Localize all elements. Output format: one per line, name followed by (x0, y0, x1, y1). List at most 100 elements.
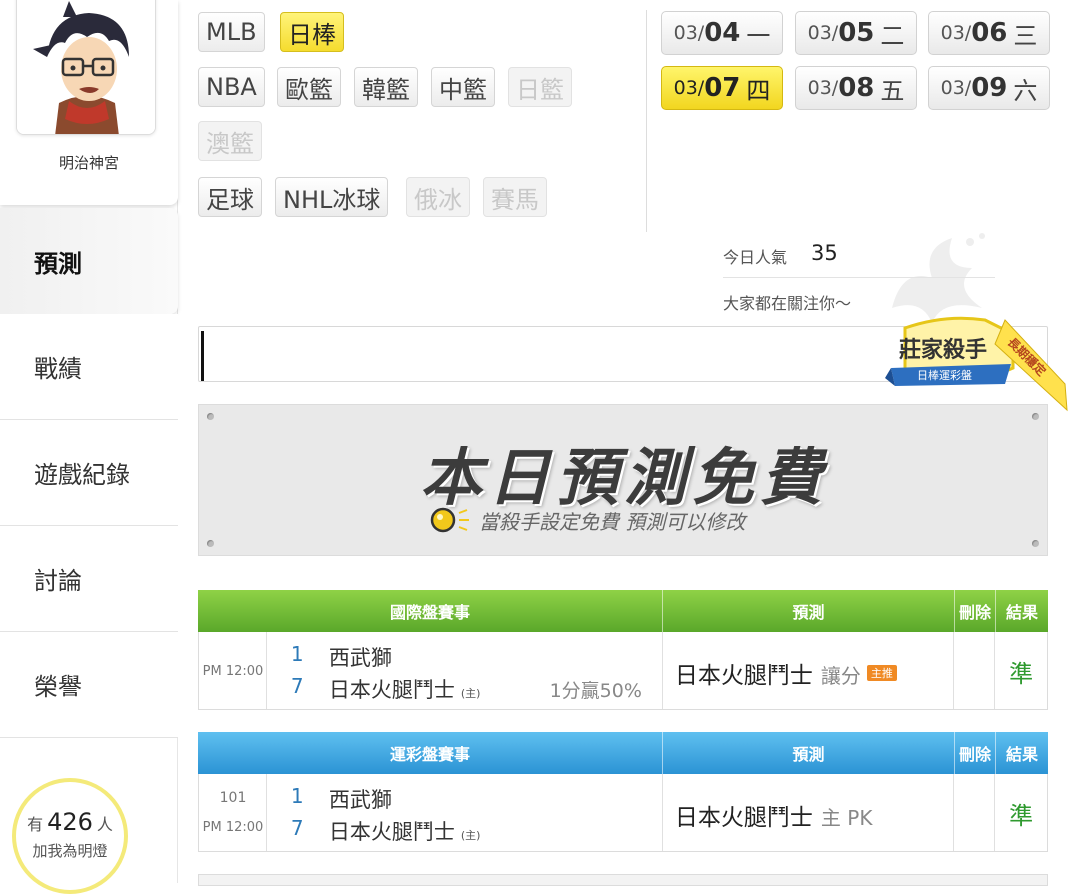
free-panel-subtitle-text: 當殺手設定免費 預測可以修改 (479, 509, 746, 534)
badge-ribbon: 日棒運彩盤 (917, 369, 972, 382)
handicap-line: 1分贏50% (549, 680, 642, 702)
free-panel-subtitle: 當殺手設定免費 預測可以修改 (429, 505, 745, 535)
date-month: 03/ (673, 22, 705, 44)
home-mark: (主) (460, 829, 481, 842)
date-button-0308[interactable]: 03/08 五 (795, 66, 917, 110)
tag-label: 足球 (206, 185, 254, 214)
tag-label: 日籃 (516, 75, 564, 104)
home-score: 7 (290, 674, 304, 698)
result-value: 準 (1009, 802, 1034, 830)
profile-card: 明治神宮 (0, 0, 178, 205)
nav-item-label: 討論 (34, 567, 82, 595)
date-month: 03/ (940, 77, 972, 99)
tag-russia-hockey: 俄冰 (406, 177, 470, 217)
prediction-cell: 日本火腿鬥士主 PK (663, 774, 955, 851)
home-team: 日本火腿鬥士 (主) (329, 816, 481, 846)
tag-label: NHL冰球 (283, 185, 381, 214)
away-team: 西武獅 (328, 788, 392, 812)
anime-boy-avatar-icon (17, 0, 155, 134)
home-team: 日本火腿鬥士 (主) (329, 674, 481, 704)
header-prediction: 預測 (663, 590, 955, 632)
tag-korea-basketball[interactable]: 韓籃 (354, 67, 418, 107)
date-button-0307[interactable]: 03/07 四 (661, 66, 783, 110)
result-cell: 準 (995, 632, 1047, 709)
tag-japan-basketball: 日籃 (508, 67, 572, 107)
tag-jpn-baseball[interactable]: 日棒 (280, 12, 344, 52)
tag-euro-basketball[interactable]: 歐籃 (277, 67, 341, 107)
tag-china-basketball[interactable]: 中籃 (431, 67, 495, 107)
date-weekday: 五 (880, 76, 905, 105)
free-prediction-panel: 本日預測免費 當殺手設定免費 預測可以修改 (198, 404, 1048, 556)
avatar[interactable] (16, 0, 156, 135)
date-weekday: 三 (1013, 21, 1038, 50)
date-button-0305[interactable]: 03/05 二 (795, 11, 917, 55)
table-header: 運彩盤賽事 預測 刪除 結果 (198, 732, 1048, 774)
nav-item-predict[interactable]: 預測 (0, 208, 178, 314)
nav-item-label: 戰績 (34, 355, 82, 383)
date-button-0306[interactable]: 03/06 三 (928, 11, 1050, 55)
nav-item-game-history[interactable]: 遊戲紀錄 (0, 420, 178, 526)
table-row[interactable]: 101 PM 12:00 1 西武獅 7 日本火腿鬥士 (主) 日本火腿鬥士主 P… (198, 774, 1048, 852)
username: 明治神宮 (58, 154, 119, 172)
date-weekday: 四 (746, 76, 771, 105)
header-delete: 刪除 (955, 590, 996, 632)
header-prediction: 預測 (663, 732, 955, 774)
date-month: 03/ (807, 77, 839, 99)
text-caret (201, 331, 204, 381)
fans-count: 426 (47, 808, 93, 836)
prediction-team: 日本火腿鬥士 (674, 805, 813, 831)
tag-label: NBA (206, 73, 257, 101)
badge-title: 莊家殺手 (899, 338, 988, 363)
header-event: 國際盤賽事 (198, 590, 663, 632)
header-result: 結果 (1005, 603, 1038, 622)
nav-item-discussion[interactable]: 討論 (0, 526, 178, 632)
tag-horse-racing: 賽馬 (483, 177, 547, 217)
divider (646, 10, 647, 232)
delete-cell[interactable] (954, 632, 996, 709)
teams-cell: 1 西武獅 7 日本火腿鬥士 (主) (267, 774, 663, 851)
tag-label: 韓籃 (362, 75, 410, 104)
tag-nhl[interactable]: NHL冰球 (275, 177, 389, 217)
home-mark: (主) (460, 687, 481, 700)
away-team: 西武獅 (328, 646, 392, 670)
home-team-name: 日本火腿鬥士 (328, 820, 455, 844)
fans-suffix: 人 (96, 815, 113, 834)
date-button-0304[interactable]: 03/04 一 (661, 11, 783, 55)
date-month: 03/ (807, 22, 839, 44)
decorative-swirl-icon (892, 233, 985, 323)
result-cell: 準 (995, 774, 1047, 851)
game-time: PM 12:00 (202, 820, 264, 835)
tag-mlb[interactable]: MLB (198, 12, 265, 52)
away-score: 1 (290, 784, 304, 808)
table-row[interactable]: PM 12:00 1 西武獅 7 日本火腿鬥士 (主) 1分贏50% 日本火腿鬥士… (198, 632, 1048, 710)
prediction-cell: 日本火腿鬥士 讓分 主推 (663, 632, 955, 709)
sports-lottery-table: 運彩盤賽事 預測 刪除 結果 101 PM 12:00 1 西武獅 7 日本火腿… (198, 732, 1048, 852)
popularity-subtitle: 大家都在關注你～ (723, 294, 852, 313)
lightbulb-icon (430, 507, 469, 533)
prediction-team: 日本火腿鬥士 (674, 663, 813, 689)
date-month: 03/ (940, 22, 972, 44)
nav-item-label: 預測 (34, 249, 82, 278)
header-event: 運彩盤賽事 (198, 732, 663, 774)
table-header: 國際盤賽事 預測 刪除 結果 (198, 590, 1048, 632)
tag-label: MLB (206, 18, 257, 46)
tag-nba[interactable]: NBA (198, 67, 265, 107)
nav-item-honor[interactable]: 榮譽 (0, 632, 178, 738)
sidebar: 明治神宮 預測 戰績 遊戲紀錄 討論 榮譽 有 426 人 加我為明燈 (0, 0, 178, 894)
popularity-value: 35 (811, 241, 838, 265)
fans-cta: 加我為明燈 (32, 842, 108, 860)
nav-item-label: 遊戲紀錄 (34, 461, 130, 489)
prediction-type: 主 PK (820, 806, 873, 830)
date-month: 03/ (673, 77, 705, 99)
teams-cell: 1 西武獅 7 日本火腿鬥士 (主) 1分贏50% (267, 632, 663, 709)
tag-soccer[interactable]: 足球 (198, 177, 262, 217)
date-day: 08 (838, 73, 875, 103)
popularity-divider (723, 277, 995, 278)
fans-circle[interactable]: 有 426 人 加我為明燈 (12, 778, 128, 894)
tag-label: 中籃 (439, 75, 487, 104)
date-day: 05 (838, 18, 875, 48)
delete-cell[interactable] (954, 774, 996, 851)
nav-item-record[interactable]: 戰績 (0, 314, 178, 420)
prediction-type: 讓分 (820, 664, 861, 688)
date-button-0309[interactable]: 03/09 六 (928, 66, 1050, 110)
